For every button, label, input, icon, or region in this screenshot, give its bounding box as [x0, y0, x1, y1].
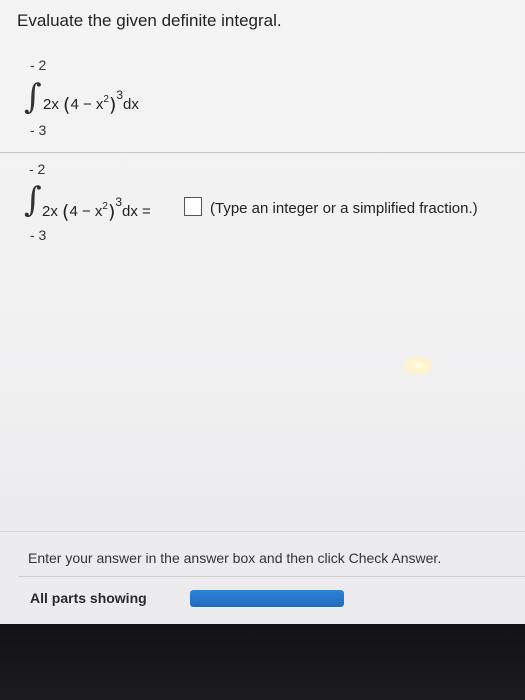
- integral-sign-icon: ∫: [24, 77, 42, 117]
- answer-lower-limit: - 3: [30, 227, 47, 243]
- answer-integral-sign-icon: ∫: [24, 180, 42, 220]
- device-bezel: [0, 624, 525, 700]
- question-prompt: Evaluate the given definite integral.: [17, 11, 282, 30]
- screen: Evaluate the given definite integral. - …: [0, 0, 525, 624]
- screen-glare: [402, 356, 434, 376]
- parts-showing-label: All parts showing: [30, 590, 147, 606]
- coefficient: 2x: [43, 96, 59, 113]
- footer-instruction: Enter your answer in the answer box and …: [28, 550, 442, 566]
- footer-divider: [18, 576, 525, 577]
- answer-upper-limit: - 2: [29, 161, 46, 177]
- answer-inner-expression: 4 − x: [69, 203, 103, 220]
- section-divider: [0, 152, 525, 153]
- answer-input-box[interactable]: [184, 197, 202, 216]
- answer-differential: dx =: [122, 203, 151, 220]
- footer-bar: [0, 531, 525, 624]
- answer-format-hint: (Type an integer or a simplified fractio…: [210, 200, 478, 217]
- answer-coefficient: 2x: [42, 203, 58, 220]
- progress-fill: [190, 590, 344, 607]
- differential: dx: [123, 96, 139, 113]
- upper-limit: - 2: [30, 57, 47, 73]
- inner-expression: 4 − x: [70, 96, 104, 113]
- integrand: 2x (4 − x2)3dx: [43, 88, 139, 116]
- answer-integrand: 2x (4 − x2)3dx =: [42, 195, 151, 223]
- lower-limit: - 3: [30, 122, 47, 138]
- progress-bar: [190, 590, 344, 607]
